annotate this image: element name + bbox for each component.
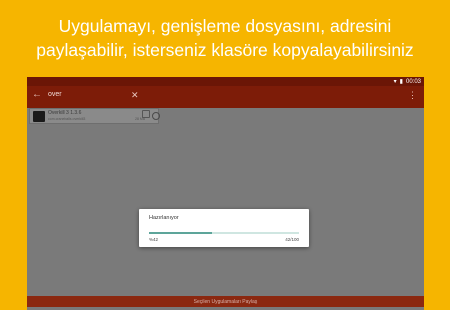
more-options-icon[interactable]: ⋮ (408, 90, 417, 101)
device-screen: ▾ ▮ 00:03 ← over ✕ ⋮ Overkill 3 1.3.6 co… (27, 77, 424, 310)
progress-percent: %42 (149, 237, 159, 242)
app-package: com.craneballs.overkill3 (48, 117, 86, 121)
search-app-bar: ← over ✕ ⋮ (27, 86, 424, 108)
share-selected-label: Seçilen Uygulamaları Paylaş (193, 298, 258, 305)
promo-header: Uygulamayı, genişleme dosyasını, adresin… (0, 0, 450, 76)
wifi-icon: ▾ (393, 79, 397, 85)
status-time: 00:03 (405, 78, 421, 85)
app-action-icon[interactable] (152, 112, 160, 120)
search-input[interactable]: over (48, 91, 62, 98)
promo-line-1: Uygulamayı, genişleme dosyasını, adresin… (58, 16, 392, 36)
app-name: Overkill 3 1.3.6 (48, 110, 82, 116)
progress-bar (149, 232, 299, 234)
share-selected-button[interactable]: Seçilen Uygulamaları Paylaş (27, 296, 424, 307)
select-checkbox[interactable] (142, 110, 150, 118)
back-arrow-icon[interactable]: ← (32, 89, 42, 100)
status-bar: ▾ ▮ 00:03 (27, 77, 424, 86)
clear-search-icon[interactable]: ✕ (131, 90, 139, 101)
list-item[interactable]: Overkill 3 1.3.6 com.craneballs.overkill… (29, 108, 160, 124)
app-icon (33, 111, 45, 122)
battery-icon: ▮ (399, 79, 403, 85)
progress-dialog: Hazırlanıyor %42 42/100 (139, 209, 309, 247)
promo-line-2: paylaşabilir, isterseniz klasöre kopyala… (36, 40, 414, 60)
dialog-title: Hazırlanıyor (149, 215, 179, 221)
progress-fill (149, 232, 212, 234)
app-list: Overkill 3 1.3.6 com.craneballs.overkill… (27, 108, 424, 296)
progress-count: 42/100 (285, 237, 299, 242)
